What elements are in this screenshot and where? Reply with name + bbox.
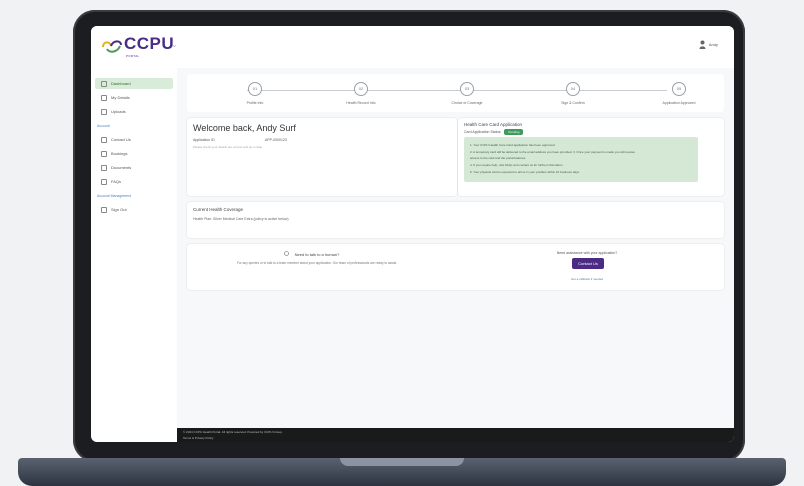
sidebar-item-label: Documents: [111, 165, 132, 170]
info-line: 5. Your physical card is expected to arr…: [470, 170, 580, 174]
step-label: Sign & Confirm: [561, 101, 585, 105]
step-5: 05 Application Approved: [639, 82, 719, 105]
sidebar-item-sign-out[interactable]: Sign Out: [95, 204, 173, 215]
logout-icon: [101, 206, 107, 213]
footer: © 2024 CCPU Health Portal. All rights re…: [177, 428, 734, 442]
progress-stepper: 01 Profile Info 02 Health Record Info 03…: [187, 74, 724, 112]
sidebar-item-label: Dashboard: [111, 81, 131, 86]
sidebar: Dashboard My Details Uploads Account Con…: [91, 68, 178, 428]
step-1: 01 Profile Info: [215, 82, 295, 105]
user-icon: [699, 40, 706, 49]
welcome-note: Please check your details are correct an…: [193, 145, 263, 149]
application-id-label: Application ID: [193, 138, 215, 142]
footer-copyright: © 2024 CCPU Health Portal. All rights re…: [183, 430, 283, 434]
step-2: 02 Health Record Info: [321, 82, 401, 105]
info-line: 4. If you require help, visit FAQs and c…: [470, 163, 564, 167]
brand-tagline: PORTAL: [126, 54, 140, 58]
user-menu[interactable]: Andy: [699, 40, 718, 49]
sidebar-item-bookings[interactable]: Bookings: [95, 148, 173, 159]
sidebar-item-documents[interactable]: Documents: [95, 162, 173, 173]
sidebar-item-label: My Details: [111, 95, 130, 100]
callback-link[interactable]: Get a callback if needed: [467, 277, 707, 281]
step-circle: 01: [248, 82, 262, 96]
step-circle: 04: [566, 82, 580, 96]
application-id-value: APP-0000123: [265, 138, 287, 142]
sidebar-item-label: FAQs: [111, 179, 122, 184]
contact-us-button[interactable]: Contact Us: [572, 258, 604, 269]
info-line: access to the card and the portal featur…: [470, 156, 527, 160]
step-label: Application Approved: [662, 101, 696, 105]
welcome-card: Welcome back, Andy Surf Application ID A…: [187, 118, 457, 196]
laptop-notch: [340, 458, 464, 466]
calendar-icon: [101, 150, 107, 157]
application-info-box: 1. Your CCPU Health Care Card applicatio…: [464, 137, 698, 182]
screen: CCPU PORTAL ⌄ Andy Dashboard My Details …: [91, 26, 734, 442]
sidebar-item-label: Contact Us: [111, 137, 131, 142]
sidebar-item-contact[interactable]: Contact Us: [95, 134, 173, 145]
sidebar-item-uploads[interactable]: Uploads: [95, 106, 173, 117]
step-label: Choice of Coverage: [451, 101, 483, 105]
phone-icon: [101, 136, 107, 143]
logo-icon: [102, 40, 122, 53]
document-icon: [101, 164, 107, 171]
dashboard-icon: [101, 80, 107, 87]
coverage-card: Current Health Coverage Health Plan: Sil…: [187, 202, 724, 238]
help-title: Need to talk to a human?: [294, 252, 340, 257]
help-text: For any queries or to talk to a team mem…: [236, 261, 398, 265]
step-circle: 02: [354, 82, 368, 96]
sidebar-item-dashboard[interactable]: Dashboard: [95, 78, 173, 89]
status-badge: Pending: [504, 129, 524, 135]
sidebar-section-account-management: Account Management: [97, 194, 132, 198]
coverage-title: Current Health Coverage: [193, 207, 244, 212]
sidebar-item-label: Uploads: [111, 109, 126, 114]
coverage-text: Health Plan: Silver Medical Care Extra (…: [193, 217, 289, 221]
sidebar-item-faqs[interactable]: FAQs: [95, 176, 173, 187]
top-bar: CCPU PORTAL ⌄ Andy: [91, 26, 734, 69]
user-name: Andy: [708, 42, 718, 47]
profile-icon: [101, 94, 107, 101]
welcome-title: Welcome back, Andy Surf: [193, 123, 296, 133]
application-card: Health Care Card Application Card Applic…: [458, 118, 724, 196]
chevron-down-icon[interactable]: ⌄: [171, 40, 178, 49]
sidebar-item-label: Sign Out: [111, 207, 127, 212]
sidebar-item-my-details[interactable]: My Details: [95, 92, 173, 103]
brand-name: CCPU: [124, 34, 175, 53]
question-icon: [101, 178, 107, 185]
help-card: Need to talk to a human? For any queries…: [187, 244, 724, 290]
status-label: Card Application Status:: [464, 130, 502, 134]
step-circle: 05: [672, 82, 686, 96]
step-3: 03 Choice of Coverage: [427, 82, 507, 105]
application-title: Health Care Card Application: [464, 122, 523, 127]
help-question: Need assistance with your application?: [556, 251, 618, 255]
info-line: 2. A temporary card will be delivered to…: [470, 150, 636, 154]
info-line: 1. Your CCPU Health Care Card applicatio…: [470, 143, 556, 147]
step-circle: 03: [460, 82, 474, 96]
sidebar-section-account: Account: [97, 124, 110, 128]
application-status: Card Application Status: Pending: [464, 129, 524, 135]
upload-icon: [101, 108, 107, 115]
sidebar-item-label: Bookings: [111, 151, 128, 156]
step-label: Profile Info: [246, 101, 264, 105]
step-4: 04 Sign & Confirm: [533, 82, 613, 105]
footer-links[interactable]: Terms & Privacy Policy: [183, 436, 214, 440]
main-content: 01 Profile Info 02 Health Record Info 03…: [177, 68, 734, 428]
step-label: Health Record Info: [346, 101, 376, 105]
